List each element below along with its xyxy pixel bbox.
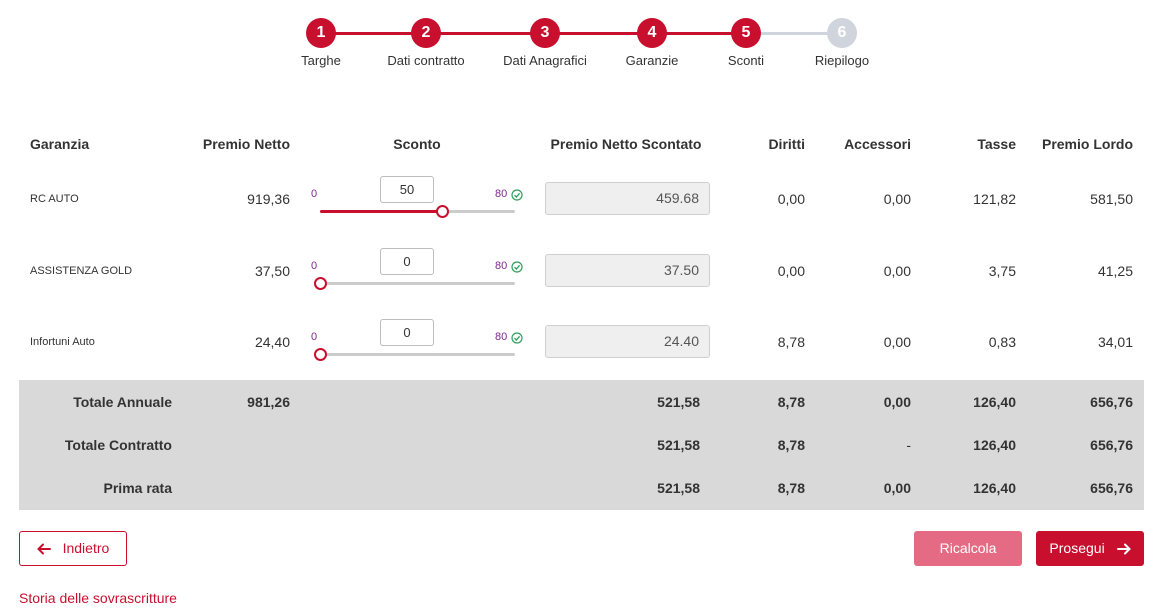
sconto-min: 0 (311, 188, 318, 200)
step-4[interactable]: 4 Garanzie (602, 18, 702, 68)
continue-button[interactable]: Prosegui (1036, 531, 1144, 566)
total-premio-lordo: 656,76 (1090, 480, 1133, 496)
premio-netto-scontato-field: 24.40 (545, 325, 710, 358)
arrow-right-icon (1116, 543, 1131, 555)
total-premio-netto: 981,26 (247, 394, 290, 410)
step-number: 1 (306, 18, 336, 48)
total-premio-netto-scontato: 521,58 (657, 437, 700, 453)
accessori-value: 0,00 (883, 191, 911, 207)
sconto-slider[interactable] (314, 348, 515, 361)
step-label: Targhe (301, 53, 341, 68)
total-tasse: 126,40 (973, 437, 1016, 453)
garanzia-name: RC AUTO (30, 193, 79, 205)
recalculate-button[interactable]: Ricalcola (914, 531, 1022, 566)
step-number: 6 (827, 18, 857, 48)
tasse-value: 0,83 (988, 334, 1016, 350)
step-number: 3 (530, 18, 560, 48)
garanzia-name: Infortuni Auto (30, 336, 95, 348)
continue-button-label: Prosegui (1049, 540, 1105, 556)
check-circle-icon (511, 260, 523, 273)
sconto-max: 80 (495, 260, 508, 272)
header-diritti: Diritti (768, 136, 805, 152)
total-diritti: 8,78 (777, 437, 805, 453)
sconto-max: 80 (495, 331, 508, 343)
sconto-input[interactable]: 0 (380, 319, 434, 346)
step-6[interactable]: 6 Riepilogo (792, 18, 892, 68)
back-button[interactable]: Indietro (19, 531, 127, 566)
premio-lordo-value: 581,50 (1090, 191, 1133, 207)
total-label: Prima rata (103, 480, 172, 496)
recalculate-button-label: Ricalcola (939, 540, 997, 556)
sconto-min: 0 (311, 260, 318, 272)
total-label: Totale Annuale (73, 394, 172, 410)
total-tasse: 126,40 (973, 480, 1016, 496)
tasse-value: 121,82 (973, 191, 1016, 207)
step-2[interactable]: 2 Dati contratto (376, 18, 476, 68)
total-premio-lordo: 656,76 (1090, 437, 1133, 453)
sconto-input[interactable]: 50 (380, 176, 434, 203)
premio-lordo-value: 34,01 (1097, 334, 1133, 350)
header-premio-netto-scontato: Premio Netto Scontato (550, 136, 702, 152)
step-label: Dati contratto (387, 53, 465, 68)
sconto-max: 80 (495, 188, 508, 200)
sconto-input[interactable]: 0 (380, 248, 434, 275)
accessori-value: 0,00 (883, 263, 911, 279)
step-number: 5 (731, 18, 761, 48)
sconto-slider[interactable] (314, 277, 515, 290)
diritti-value: 8,78 (777, 334, 805, 350)
back-button-label: Indietro (62, 540, 110, 556)
step-label: Riepilogo (814, 53, 870, 68)
header-premio-lordo: Premio Lordo (1041, 136, 1133, 152)
step-5[interactable]: 5 Sconti (696, 18, 796, 68)
sconto-slider[interactable] (320, 205, 515, 218)
total-accessori: 0,00 (883, 394, 911, 410)
premio-netto-scontato-field: 37.50 (545, 254, 710, 287)
diritti-value: 0,00 (777, 263, 805, 279)
header-accessori: Accessori (844, 136, 911, 152)
step-label: Sconti (727, 53, 765, 68)
total-premio-lordo: 656,76 (1090, 394, 1133, 410)
overwrite-history-link[interactable]: Storia delle sovrascritture (19, 590, 177, 606)
garanzia-name: ASSISTENZA GOLD (30, 265, 133, 277)
accessori-value: 0,00 (883, 334, 911, 350)
total-diritti: 8,78 (777, 480, 805, 496)
total-diritti: 8,78 (777, 394, 805, 410)
premio-netto-value: 919,36 (247, 191, 290, 207)
header-premio-netto: Premio Netto (202, 136, 290, 152)
premio-netto-scontato-field: 459.68 (545, 182, 710, 215)
check-circle-icon (511, 188, 523, 201)
premio-netto-value: 24,40 (254, 334, 290, 350)
progress-stepper: 1 Targhe 2 Dati contratto 3 Dati Anagrafici 4 G… (280, 18, 900, 78)
diritti-value: 0,00 (777, 191, 805, 207)
step-label: Dati Anagrafici (503, 53, 587, 68)
slider-thumb[interactable] (314, 348, 327, 361)
sconto-min: 0 (311, 331, 318, 343)
slider-thumb[interactable] (314, 277, 327, 290)
slider-thumb[interactable] (435, 205, 449, 218)
total-premio-netto-scontato: 521,58 (657, 480, 700, 496)
header-garanzia: Garanzia (30, 136, 90, 152)
tasse-value: 3,75 (988, 263, 1016, 279)
step-number: 2 (411, 18, 441, 48)
check-circle-icon (511, 331, 523, 344)
slider-fill (320, 210, 442, 213)
total-accessori: 0,00 (883, 480, 911, 496)
step-3[interactable]: 3 Dati Anagrafici (495, 18, 595, 68)
total-accessori: - (906, 437, 911, 453)
header-tasse: Tasse (977, 136, 1016, 152)
step-label: Garanzie (625, 53, 679, 68)
header-sconto: Sconto (393, 136, 441, 152)
premio-lordo-value: 41,25 (1097, 263, 1133, 279)
step-number: 4 (637, 18, 667, 48)
premio-netto-value: 37,50 (254, 263, 290, 279)
total-premio-netto-scontato: 521,58 (657, 394, 700, 410)
total-label: Totale Contratto (64, 437, 172, 453)
arrow-left-icon (36, 543, 51, 555)
step-1[interactable]: 1 Targhe (271, 18, 371, 68)
total-tasse: 126,40 (973, 394, 1016, 410)
